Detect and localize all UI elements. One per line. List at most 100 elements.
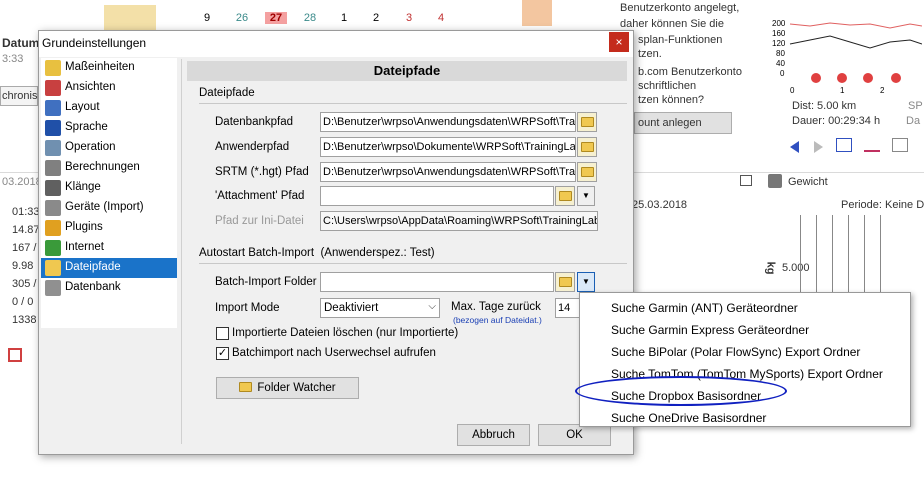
sidebar-item[interactable]: Internet (41, 238, 177, 258)
sidebar-item-label: Sprache (65, 121, 108, 133)
create-account-button-label: ount anlegen (638, 117, 702, 129)
duration-label: Dauer: 00:29:34 h (792, 115, 881, 127)
ok-button[interactable]: OK (538, 424, 611, 446)
calendar-day[interactable]: 3 (398, 12, 420, 24)
dialog-titlebar[interactable]: Grundeinstellungen × (39, 31, 633, 57)
time-value: 3:33 (2, 53, 24, 65)
prev-arrow-icon[interactable] (790, 141, 799, 153)
srtm-path-field[interactable]: D:\Benutzer\wrpso\Anwendungsdaten\WRPSof… (320, 162, 576, 182)
weight-tab-label[interactable]: Gewicht (788, 176, 828, 188)
sidebar-item-label: Klänge (65, 181, 101, 193)
mini-chart-ytick: 160 (772, 29, 786, 38)
sidebar-item-label: Maßeinheiten (65, 61, 135, 73)
database-path-field[interactable]: D:\Benutzer\wrpso\Anwendungsdaten\WRPSof… (320, 112, 576, 132)
highlight-ellipse (575, 376, 787, 406)
folder-icon (559, 191, 572, 201)
sidebar-item-label: Ansichten (65, 81, 116, 93)
sidebar-item[interactable]: Sprache (41, 118, 177, 138)
batch-folder-browse-button[interactable] (555, 272, 575, 292)
mini-chart-ytick: 120 (772, 39, 786, 48)
user-path-browse-button[interactable] (577, 137, 597, 157)
sidebar-item-label: Plugins (65, 221, 103, 233)
sidebar-item[interactable]: Maßeinheiten (41, 58, 177, 78)
folder-watcher-button[interactable]: Folder Watcher (216, 377, 359, 399)
attachment-path-dropdown-button[interactable]: ▼ (577, 186, 595, 206)
stat-value: 9.98 (12, 260, 34, 272)
device-icon (45, 200, 61, 216)
popup-menu-item[interactable]: Suche OneDrive Basisordner (611, 411, 766, 425)
max-days-field[interactable]: 14 (555, 298, 581, 318)
calendar-day[interactable]: 4 (430, 12, 452, 24)
calendar-day[interactable]: 26 (231, 12, 253, 24)
sidebar-item[interactable]: Operation (41, 138, 177, 158)
sidebar-item-label: Layout (65, 101, 100, 113)
globe-icon (45, 240, 61, 256)
mini-chart-ytick: 0 (780, 69, 785, 78)
popup-menu-item[interactable]: Suche BiPolar (Polar FlowSync) Export Or… (611, 345, 860, 359)
date-column-label: Datum (2, 36, 40, 50)
folder-icon (559, 277, 572, 287)
graph-icon[interactable] (864, 140, 880, 152)
max-days-note: (bezogen auf Dateidat.) (453, 315, 542, 325)
info-text: schriftlichen (638, 80, 697, 92)
info-text: b.com Benutzerkonto (638, 66, 742, 78)
chronic-tab-label: chronisi (2, 90, 40, 102)
ruler-icon (45, 60, 61, 76)
attachment-path-browse-button[interactable] (555, 186, 575, 206)
stat-value: 0 / 0 (12, 296, 34, 308)
mini-chart-marker (811, 73, 821, 83)
section-title-batch-label: Autostart Batch-Import (199, 247, 315, 259)
puzzle-icon (45, 220, 61, 236)
calendar-icon[interactable] (8, 348, 22, 362)
sidebar-item[interactable]: Plugins (41, 218, 177, 238)
import-mode-select[interactable]: Deaktiviert ⌵ (320, 298, 440, 318)
list-icon[interactable] (836, 138, 852, 152)
close-button[interactable]: × (609, 32, 629, 52)
max-days-label: Max. Tage zurück (451, 301, 541, 313)
database-icon (45, 280, 61, 296)
folder-icon (581, 117, 594, 127)
sidebar-item[interactable]: Ansichten (41, 78, 177, 98)
calendar-day[interactable]: 1 (333, 12, 355, 24)
next-arrow-icon[interactable] (814, 141, 823, 153)
chart-settings-icon[interactable] (892, 138, 908, 152)
mini-chart-ytick: 40 (776, 59, 785, 68)
sidebar-item[interactable]: Layout (41, 98, 177, 118)
srtm-path-browse-button[interactable] (577, 162, 597, 182)
scale-icon[interactable] (768, 174, 782, 188)
sidebar-item[interactable]: Berechnungen (41, 158, 177, 178)
batch-folder-field[interactable] (320, 272, 554, 292)
popup-menu-item[interactable]: Suche Garmin (ANT) Geräteordner (611, 301, 798, 315)
mini-chart-marker-label: 0 (790, 86, 795, 94)
mini-chart-ytick: 80 (776, 49, 785, 58)
ini-path-field[interactable]: C:\Users\wrpso\AppData\Roaming\WRPSoft\T… (320, 211, 598, 231)
calendar-day[interactable]: 9 (196, 12, 218, 24)
sp-label: SP (908, 100, 923, 112)
sidebar-item[interactable]: Klänge (41, 178, 177, 198)
mini-chart-line-red (789, 22, 923, 29)
userswitch-label: Batchimport nach Userwechsel aufrufen (232, 347, 436, 359)
delete-imported-label: Importierte Dateien löschen (nur Importi… (232, 327, 459, 339)
database-path-browse-button[interactable] (577, 112, 597, 132)
stat-value: 305 / (12, 278, 37, 290)
mini-chart-marker (837, 73, 847, 83)
window-icon[interactable] (740, 175, 752, 186)
sidebar-item[interactable]: Datenbank (41, 278, 177, 298)
calendar-day-today[interactable]: 27 (265, 12, 287, 24)
cancel-button[interactable]: Abbruch (457, 424, 530, 446)
calendar-day[interactable]: 2 (365, 12, 387, 24)
sidebar-item[interactable]: Geräte (Import) (41, 198, 177, 218)
userswitch-checkbox[interactable]: ✓ (216, 347, 229, 360)
sidebar-item[interactable]: Dateipfade (41, 258, 177, 278)
popup-menu-item[interactable]: Suche Garmin Express Geräteordner (611, 323, 809, 337)
kg-value: 5.000 (782, 262, 810, 274)
section-title-batch: Autostart Batch-Import (Anwenderspez.: T… (199, 247, 435, 259)
folder-watcher-label: Folder Watcher (257, 382, 336, 394)
flag-eu-icon (45, 120, 61, 136)
attachment-path-field[interactable] (320, 186, 554, 206)
batch-folder-dropdown-button[interactable]: ▼ (577, 272, 595, 292)
delete-imported-checkbox[interactable] (216, 327, 229, 340)
user-path-field[interactable]: D:\Benutzer\wrpso\Dokumente\WRPSoft\Trai… (320, 137, 576, 157)
kg-axis-label: kg (764, 261, 777, 275)
calendar-day[interactable]: 28 (299, 12, 321, 24)
